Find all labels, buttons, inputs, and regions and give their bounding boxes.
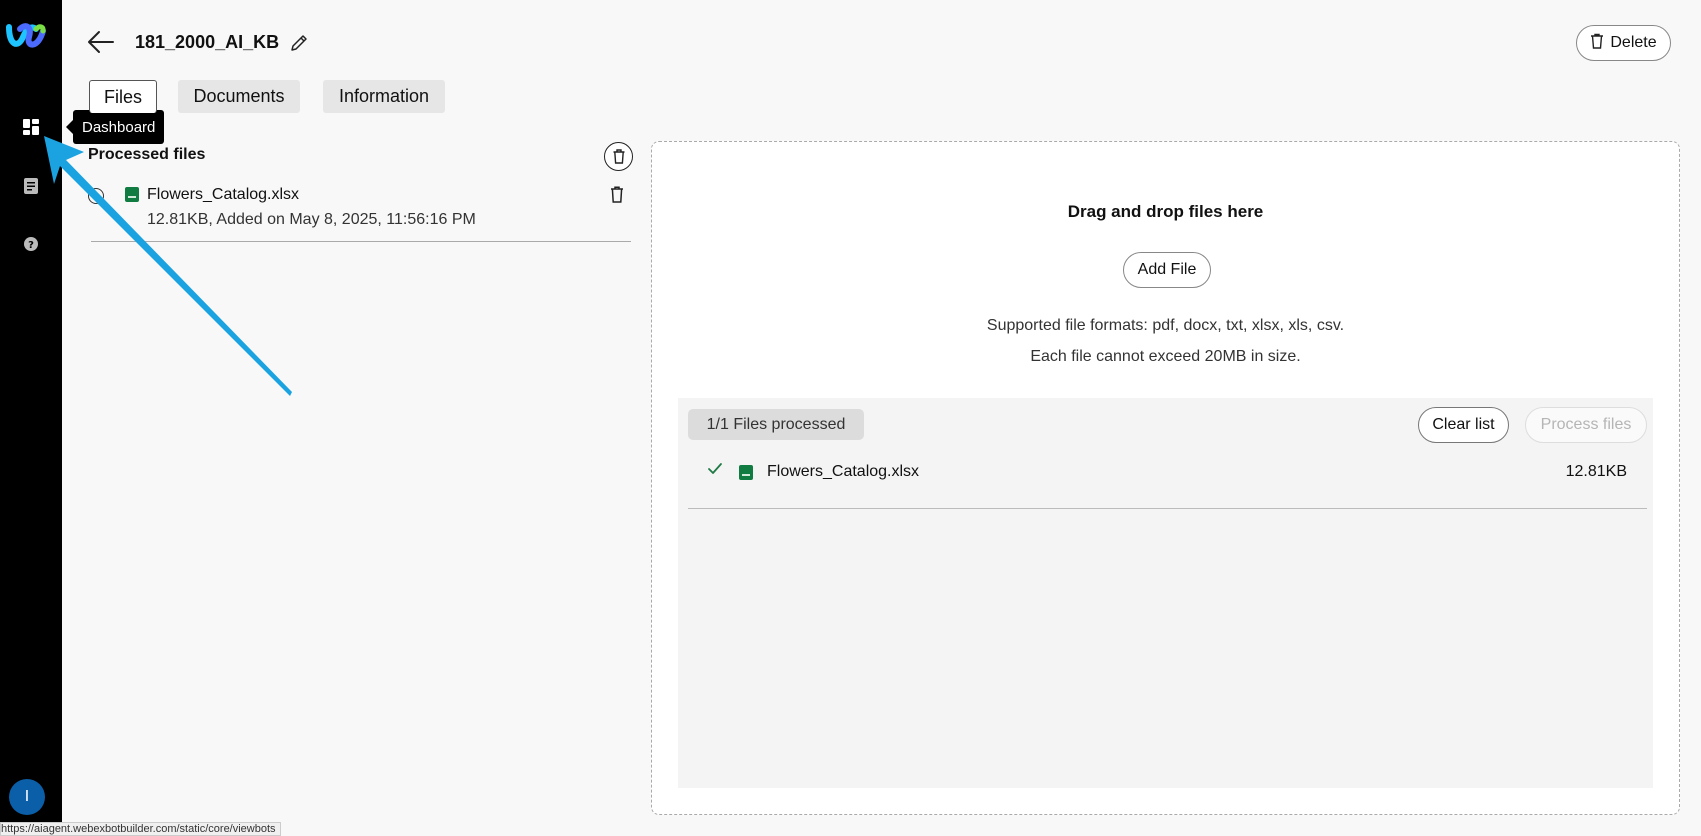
- delete-button[interactable]: Delete: [1576, 25, 1671, 61]
- tab-documents[interactable]: Documents: [178, 80, 300, 113]
- avatar[interactable]: I: [9, 779, 45, 815]
- queue-file-name: Flowers_Catalog.xlsx: [767, 463, 920, 480]
- delete-label: Delete: [1610, 34, 1657, 51]
- divider: [688, 508, 1647, 509]
- processed-file-name: Flowers_Catalog.xlsx: [147, 186, 300, 203]
- dashboard-tooltip: Dashboard: [65, 110, 165, 144]
- process-files-button[interactable]: Process files: [1525, 407, 1647, 443]
- delete-all-trash-icon[interactable]: [604, 142, 633, 171]
- upload-queue: 1/1 Files processed Clear list Process f…: [678, 398, 1653, 788]
- webex-logo-icon[interactable]: [6, 19, 46, 53]
- back-arrow-icon[interactable]: [86, 28, 116, 56]
- help-circle-icon[interactable]: ?: [14, 227, 48, 261]
- xlsx-file-icon: [125, 187, 139, 202]
- page-title: 181_2000_AI_KB: [135, 32, 280, 52]
- queue-file-size: 12.81KB: [1565, 463, 1627, 480]
- dashboard-grid-icon[interactable]: [14, 110, 48, 144]
- document-icon[interactable]: [14, 169, 48, 203]
- svg-text:?: ?: [28, 240, 34, 251]
- divider: [91, 241, 631, 242]
- row-trash-icon[interactable]: [610, 186, 628, 204]
- processed-file-meta: 12.81KB, Added on May 8, 2025, 11:56:16 …: [147, 211, 476, 228]
- file-select-radio[interactable]: [88, 188, 104, 204]
- status-bar-url: https://aiagent.webexbotbuilder.com/stat…: [0, 822, 281, 836]
- status-badge: 1/1 Files processed: [688, 409, 864, 440]
- tab-information[interactable]: Information: [323, 80, 445, 113]
- dropzone-title: Drag and drop files here: [1067, 202, 1264, 221]
- processed-files-heading: Processed files: [88, 146, 206, 163]
- clear-list-button[interactable]: Clear list: [1418, 407, 1509, 443]
- pencil-icon[interactable]: [289, 33, 309, 53]
- xlsx-file-icon: [739, 465, 753, 480]
- sidebar: ? I: [0, 0, 62, 836]
- file-dropzone[interactable]: Drag and drop files here Add File Suppor…: [651, 141, 1680, 815]
- supported-formats-text: Supported file formats: pdf, docx, txt, …: [986, 317, 1345, 334]
- size-limit-text: Each file cannot exceed 20MB in size.: [1030, 348, 1301, 365]
- trash-icon: [1590, 33, 1604, 54]
- add-file-button[interactable]: Add File: [1123, 252, 1211, 288]
- tab-files[interactable]: Files: [89, 80, 157, 113]
- check-icon: [707, 461, 723, 477]
